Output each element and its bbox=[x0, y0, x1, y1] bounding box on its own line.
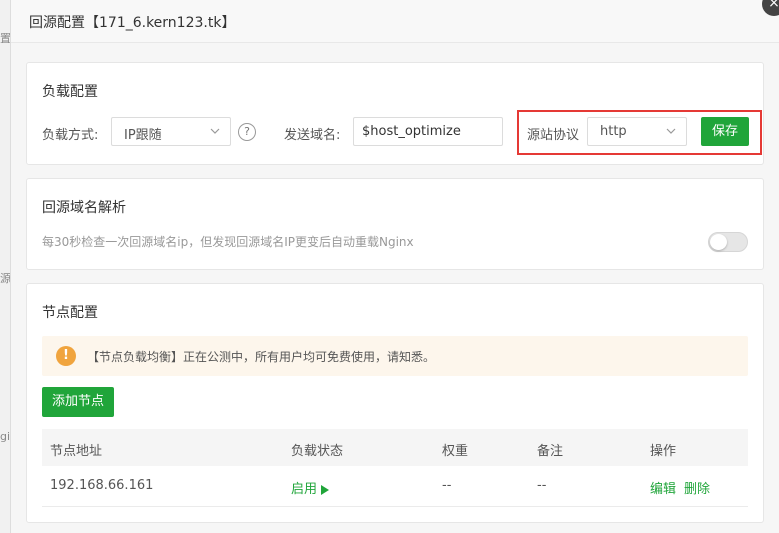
load-method-select[interactable]: IP跟随 bbox=[111, 117, 231, 146]
load-config-title: 负载配置 bbox=[42, 84, 98, 100]
delete-link[interactable]: 删除 bbox=[684, 478, 710, 497]
send-host-input[interactable] bbox=[353, 117, 503, 146]
dialog-header: 回源配置【171_6.kern123.tk】 bbox=[11, 0, 779, 43]
toggle-knob bbox=[710, 234, 727, 250]
table-header: 节点地址 负载状态 权重 备注 操作 bbox=[42, 429, 748, 466]
edit-link[interactable]: 编辑 bbox=[650, 478, 676, 497]
load-method-value: IP跟随 bbox=[124, 128, 162, 143]
node-status: 启用 bbox=[291, 482, 318, 497]
chevron-down-icon bbox=[666, 128, 676, 134]
column-header: 负载状态 bbox=[291, 444, 344, 459]
background-fragment: gi bbox=[0, 430, 10, 443]
column-header: 备注 bbox=[537, 444, 564, 459]
play-icon bbox=[321, 484, 330, 495]
beta-notice: ! 【节点负载均衡】正在公测中，所有用户均可免费使用，请知悉。 bbox=[42, 336, 748, 376]
reverse-proxy-dialog: 回源配置【171_6.kern123.tk】 × 负载配置 负载方式: IP跟随… bbox=[10, 0, 779, 533]
node-status-toggle[interactable]: 启用 bbox=[291, 478, 330, 497]
node-weight: -- bbox=[442, 478, 452, 493]
dialog-title: 回源配置【171_6.kern123.tk】 bbox=[29, 15, 236, 31]
origin-dns-card: 回源域名解析 每30秒检查一次回源域名ip，但发现回源域名IP更变后自动重载Ng… bbox=[26, 178, 764, 270]
column-header: 操作 bbox=[650, 444, 677, 459]
column-header: 权重 bbox=[442, 444, 469, 459]
node-config-card: 节点配置 ! 【节点负载均衡】正在公测中，所有用户均可免费使用，请知悉。 添加节… bbox=[26, 283, 764, 523]
add-node-button[interactable]: 添加节点 bbox=[42, 387, 114, 417]
close-icon: × bbox=[768, 0, 779, 11]
origin-dns-description: 每30秒检查一次回源域名ip，但发现回源域名IP更变后自动重载Nginx bbox=[42, 235, 414, 249]
load-method-label: 负载方式: bbox=[42, 128, 99, 143]
node-address: 192.168.66.161 bbox=[50, 478, 154, 493]
protocol-label: 源站协议 bbox=[527, 128, 580, 143]
origin-dns-toggle[interactable] bbox=[708, 232, 748, 252]
send-host-label: 发送域名: bbox=[284, 128, 341, 143]
load-config-card: 负载配置 负载方式: IP跟随 ? 发送域名: 源站协议 http 保存 bbox=[26, 62, 764, 165]
background-page: 置 源 gi bbox=[0, 0, 10, 533]
background-fragment: 置 bbox=[0, 32, 10, 45]
background-fragment: 源 bbox=[0, 272, 10, 285]
warning-icon: ! bbox=[56, 346, 76, 366]
notice-text: 【节点负载均衡】正在公测中，所有用户均可免费使用，请知悉。 bbox=[87, 350, 436, 364]
node-remark: -- bbox=[537, 478, 547, 493]
save-button[interactable]: 保存 bbox=[701, 117, 749, 146]
protocol-value: http bbox=[600, 124, 627, 139]
question-icon[interactable]: ? bbox=[238, 123, 256, 141]
origin-dns-title: 回源域名解析 bbox=[42, 200, 126, 216]
node-config-title: 节点配置 bbox=[42, 305, 98, 321]
protocol-select[interactable]: http bbox=[587, 117, 687, 146]
column-header: 节点地址 bbox=[50, 444, 103, 459]
chevron-down-icon bbox=[210, 128, 220, 134]
table-row: 192.168.66.161 启用 -- -- 编辑 删除 bbox=[42, 466, 748, 507]
